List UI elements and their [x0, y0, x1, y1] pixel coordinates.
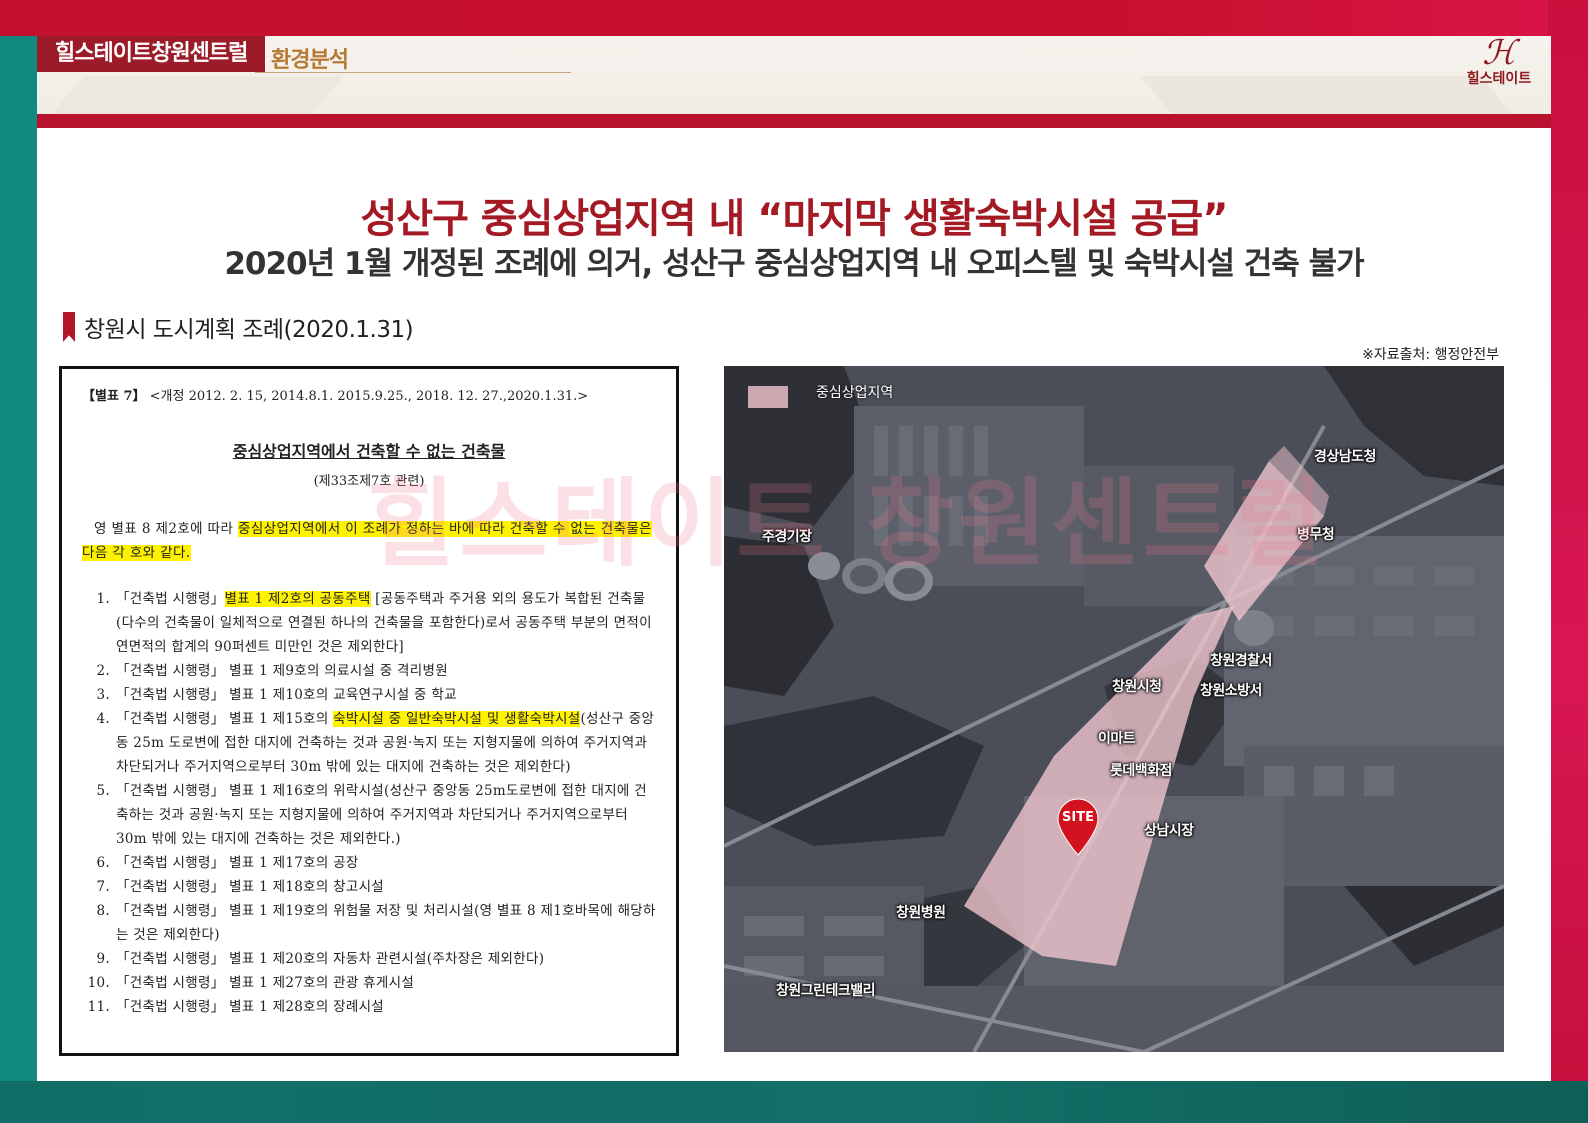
label-main-stadium: 주경기장: [762, 529, 812, 545]
item-text-part: 「건축법 시행령」 별표 1 제9호의 의료시설 중 격리병원: [116, 663, 448, 679]
hillstate-logo: ℋ 힐스테이트: [1457, 36, 1541, 92]
ordinance-item: 7. 「건축법 시행령」 별표 1 제18호의 창고시설: [82, 875, 656, 899]
item-text: 「건축법 시행령」 별표 1 제18호의 창고시설: [116, 875, 384, 899]
frame-right-band: [1548, 0, 1588, 1123]
slide-page: 힐스테이트창원센트럴 환경분석 ℋ 힐스테이트 성산구 중심상업지역 내 “마지…: [37, 36, 1551, 1081]
frame-bottom-band: [0, 1081, 1588, 1123]
item-number: 3.: [96, 687, 110, 703]
section-tab: 환경분석: [271, 48, 349, 73]
slide-header: 힐스테이트창원센트럴 환경분석 ℋ 힐스테이트: [37, 36, 1551, 128]
section-underline: [255, 72, 571, 73]
ordinance-item: 4. 「건축법 시행령」 별표 1 제15호의 숙박시설 중 일반숙박시설 및 생…: [82, 707, 656, 779]
page-title: 성산구 중심상업지역 내 “마지막 생활숙박시설 공급”: [360, 196, 1228, 242]
ordinance-item: 10. 「건축법 시행령」 별표 1 제27호의 관광 휴게시설: [82, 971, 656, 995]
map-pin-icon: [1057, 798, 1099, 856]
item-number: 6.: [96, 855, 110, 871]
document-intro: 영 별표 8 제2호에 따라 중심상업지역에서 이 조례가 정하는 바에 따라 …: [82, 517, 656, 565]
label-changwon-hospital: 창원병원: [896, 905, 946, 921]
ordinance-item: 6. 「건축법 시행령」 별표 1 제17호의 공장: [82, 851, 656, 875]
label-military-manpower-office: 병무청: [1297, 527, 1335, 543]
item-text-part: 「건축법 시행령」 별표 1 제19호의 위험물 저장 및 처리시설(영 별표 …: [116, 903, 656, 943]
site-marker: SITE: [1057, 798, 1099, 856]
item-text-part: 「건축법 시행령」 별표 1 제15호의: [116, 711, 334, 727]
label-sangnam-market: 상남시장: [1144, 823, 1194, 839]
frame-top-band: [0, 0, 1588, 36]
label-emart: 이마트: [1098, 731, 1136, 747]
document-title: 중심상업지역에서 건축할 수 없는 건축물: [232, 442, 506, 461]
item-number: 7.: [96, 879, 110, 895]
document-revision-dates: <개정 2012. 2. 15, 2014.8.1. 2015.9.25., 2…: [149, 389, 589, 404]
item-text: 「건축법 시행령」 별표 1 제28호의 장례시설: [116, 995, 384, 1019]
item-text-part: 「건축법 시행령」 별표 1 제28호의 장례시설: [116, 999, 385, 1015]
label-gyeongnam-office: 경상남도청: [1314, 449, 1376, 465]
item-text: 「건축법 시행령」 별표 1 제10호의 교육연구시설 중 학교: [116, 683, 457, 707]
bookmark-icon: [63, 312, 75, 342]
logo-h-icon: ℋ: [1482, 36, 1516, 73]
header-red-bar: [37, 114, 1551, 128]
item-highlight: 별표 1 제2호의 공동주택: [224, 591, 371, 607]
item-number: 10.: [87, 975, 110, 991]
item-text: 「건축법 시행령」 별표 1 제15호의 숙박시설 중 일반숙박시설 및 생활숙…: [116, 707, 656, 779]
item-text: 「건축법 시행령」 별표 1 제16호의 위락시설(성산구 중앙동 25m도로변…: [116, 779, 656, 851]
item-highlight: 숙박시설 중 일반숙박시설 및 생활숙박시설: [333, 711, 581, 727]
legend-swatch: [748, 386, 788, 408]
item-text: 「건축법 시행령」 별표 1 제27호의 관광 휴게시설: [116, 971, 414, 995]
logo-text: 힐스테이트: [1466, 71, 1532, 87]
ordinance-item-list: 1. 「건축법 시행령」별표 1 제2호의 공동주택 [공동주택과 주거용 외의 …: [82, 587, 656, 1019]
ordinance-item: 1. 「건축법 시행령」별표 1 제2호의 공동주택 [공동주택과 주거용 외의 …: [82, 587, 656, 659]
item-text-part: 「건축법 시행령」: [116, 591, 225, 607]
item-text-part: 「건축법 시행령」 별표 1 제10호의 교육연구시설 중 학교: [116, 687, 457, 703]
document-header: 【별표 7】 <개정 2012. 2. 15, 2014.8.1. 2015.9…: [82, 385, 656, 404]
label-fire-station: 창원소방서: [1200, 683, 1262, 699]
item-text-part: 「건축법 시행령」 별표 1 제16호의 위락시설(성산구 중앙동 25m도로변…: [116, 783, 647, 847]
item-text: 「건축법 시행령」별표 1 제2호의 공동주택 [공동주택과 주거용 외의 용도…: [116, 587, 656, 659]
item-number: 2.: [96, 663, 110, 679]
ordinance-item: 9. 「건축법 시행령」 별표 1 제20호의 자동차 관련시설(주차장은 제외한…: [82, 947, 656, 971]
intro-text: 영 별표 8 제2호에 따라: [94, 521, 238, 537]
item-text: 「건축법 시행령」 별표 1 제9호의 의료시설 중 격리병원: [116, 659, 448, 683]
item-text-part: 「건축법 시행령」 별표 1 제27호의 관광 휴게시설: [116, 975, 415, 991]
document-annex-label: 【별표 7】: [82, 389, 146, 404]
brand-tab: 힐스테이트창원센트럴: [37, 36, 266, 72]
item-number: 8.: [96, 903, 110, 919]
label-lotte-department-store: 롯데백화점: [1110, 763, 1172, 779]
label-city-hall: 창원시청: [1112, 679, 1162, 695]
ordinance-document: 【별표 7】 <개정 2012. 2. 15, 2014.8.1. 2015.9…: [59, 366, 679, 1056]
item-text: 「건축법 시행령」 별표 1 제19호의 위험물 저장 및 처리시설(영 별표 …: [116, 899, 656, 947]
ordinance-item: 5. 「건축법 시행령」 별표 1 제16호의 위락시설(성산구 중앙동 25m도…: [82, 779, 656, 851]
ordinance-item: 8. 「건축법 시행령」 별표 1 제19호의 위험물 저장 및 처리시설(영 별…: [82, 899, 656, 947]
page-subtitle: 2020년 1월 개정된 조례에 의거, 성산구 중심상업지역 내 오피스텔 및…: [224, 246, 1364, 282]
header-decoration: [50, 76, 344, 116]
ordinance-item: 11. 「건축법 시행령」 별표 1 제28호의 장례시설: [82, 995, 656, 1019]
label-police-station: 창원경찰서: [1210, 653, 1272, 669]
item-number: 4.: [96, 711, 110, 727]
item-text-part: 「건축법 시행령」 별표 1 제18호의 창고시설: [116, 879, 385, 895]
ordinance-item: 2. 「건축법 시행령」 별표 1 제9호의 의료시설 중 격리병원: [82, 659, 656, 683]
item-number: 1.: [96, 591, 110, 607]
document-subtitle: (제33조제7호 관련): [313, 474, 425, 489]
item-number: 5.: [96, 783, 110, 799]
map-legend-label: 중심상업지역: [816, 385, 894, 401]
site-label: SITE: [1062, 810, 1094, 825]
item-text-part: 「건축법 시행령」 별표 1 제17호의 공장: [116, 855, 359, 871]
source-note: ※자료출처: 행정안전부: [1362, 347, 1499, 363]
label-greentech-valley: 창원그린테크밸리: [776, 983, 876, 999]
map-imagery: [724, 366, 1504, 1052]
section-heading: 창원시 도시계획 조례(2020.1.31): [63, 310, 414, 344]
item-text: 「건축법 시행령」 별표 1 제20호의 자동차 관련시설(주차장은 제외한다): [116, 947, 544, 971]
section-heading-text: 창원시 도시계획 조례(2020.1.31): [84, 317, 414, 343]
item-text-part: 「건축법 시행령」 별표 1 제20호의 자동차 관련시설(주차장은 제외한다): [116, 951, 545, 967]
satellite-map: 중심상업지역 경상남도청 주경기장 병무청 창원경찰서 창원시청 창원소방서 이…: [724, 366, 1504, 1052]
item-number: 11.: [87, 999, 110, 1015]
item-number: 9.: [96, 951, 110, 967]
ordinance-item: 3. 「건축법 시행령」 별표 1 제10호의 교육연구시설 중 학교: [82, 683, 656, 707]
item-text: 「건축법 시행령」 별표 1 제17호의 공장: [116, 851, 359, 875]
